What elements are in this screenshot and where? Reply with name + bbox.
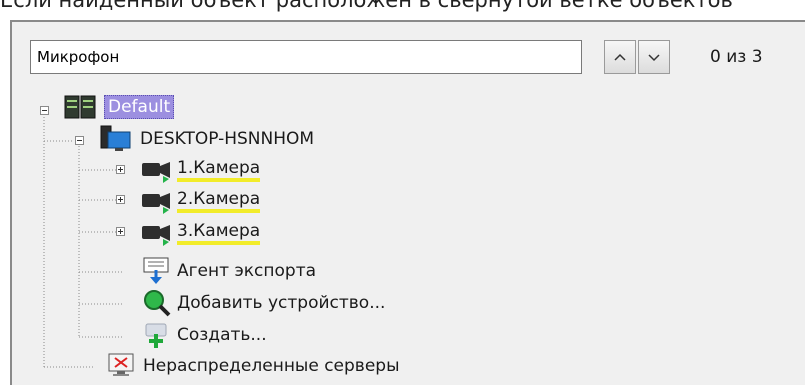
tree-node-unassigned-servers[interactable]: Нераспределенные серверы [143,355,400,377]
magnifier-icon [144,290,171,317]
expand-camera-3-toggle[interactable] [116,227,125,236]
tree-node-export-agent[interactable]: Агент экспорта [177,260,316,282]
tree-node-add-device[interactable]: Добавить устройство... [177,292,385,314]
tree-node-default[interactable]: Default [104,95,175,119]
create-plus-icon [145,323,167,348]
tree-node-create[interactable]: Создать... [177,324,267,346]
camera-icon [142,162,170,183]
page-caption: Если найденный объект расположен в сверн… [0,0,733,12]
object-tree: Default DESKTOP-HSNNHOM 1.Камера 2.Камер… [12,22,805,387]
tree-node-camera-2[interactable]: 2.Камера [177,188,261,213]
expand-camera-2-toggle[interactable] [116,195,125,204]
object-tree-panel: 0 из 3 Default [10,20,805,385]
tree-node-camera-3[interactable]: 3.Камера [177,220,261,245]
computer-icon [100,125,131,151]
export-agent-icon [143,257,169,284]
camera-icon [142,225,170,246]
camera-3-label: 3.Камера [177,221,261,245]
collapse-computer-toggle[interactable] [75,136,84,145]
camera-icon [142,193,170,214]
server-rack-icon [64,95,96,119]
expand-camera-1-toggle[interactable] [116,165,125,174]
tree-node-computer[interactable]: DESKTOP-HSNNHOM [140,128,314,150]
monitor-x-icon [108,353,134,376]
camera-2-label: 2.Камера [177,189,261,213]
collapse-root-toggle[interactable] [40,106,49,115]
tree-node-camera-1[interactable]: 1.Камера [177,157,261,182]
tree-connector-lines [43,114,124,368]
camera-1-label: 1.Камера [177,158,261,182]
